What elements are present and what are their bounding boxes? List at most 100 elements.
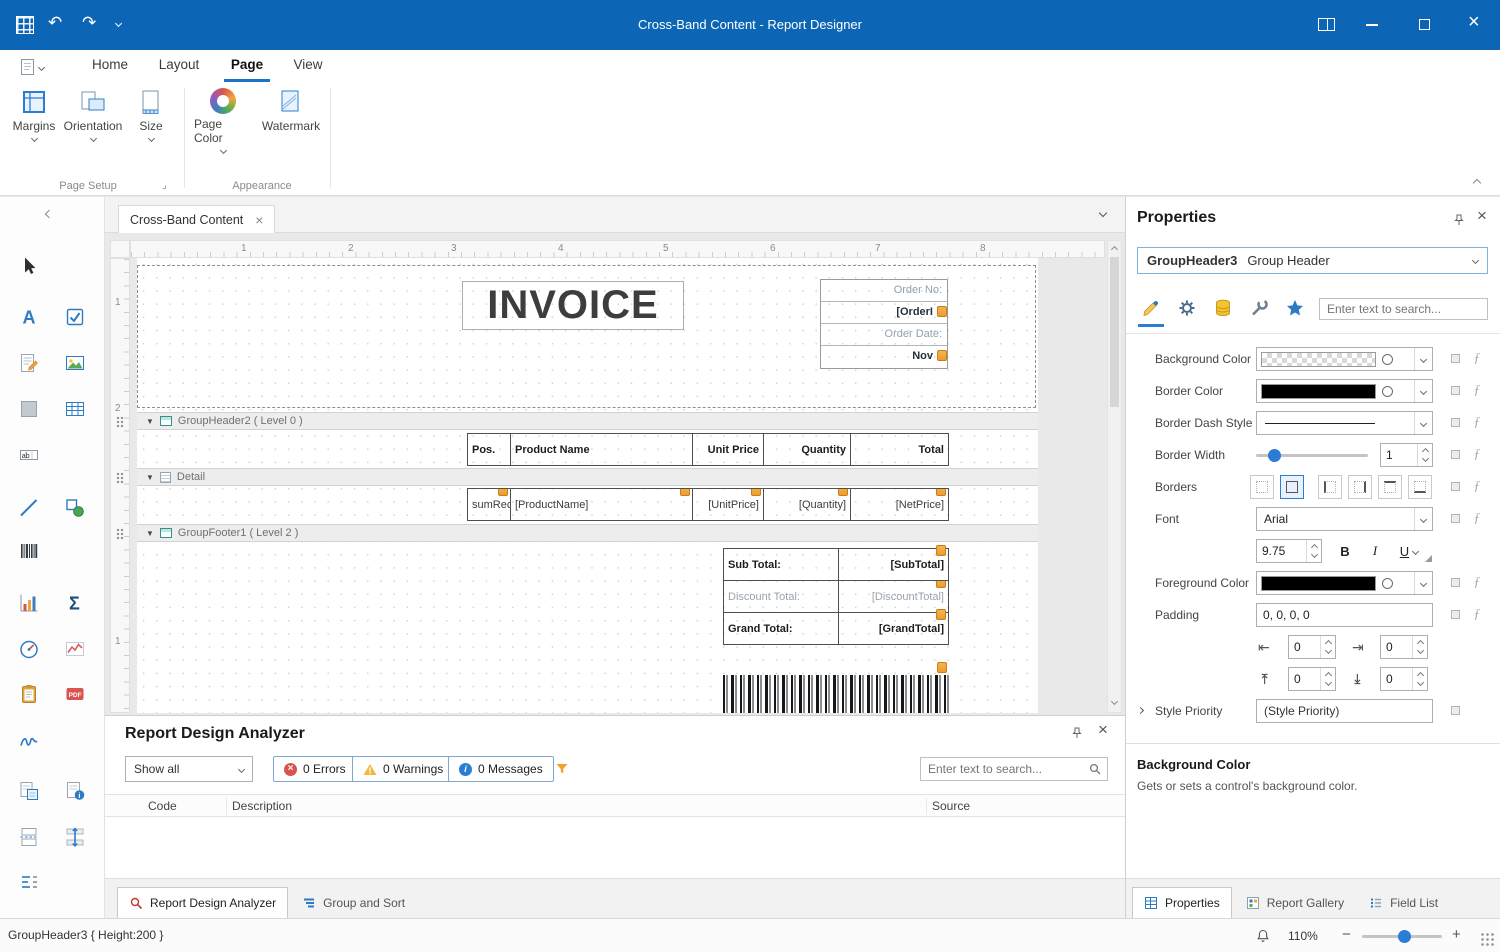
order-info-table[interactable]: Order No: [OrderI Order Date: Nov — [820, 279, 948, 369]
formula-icon[interactable]: ƒ — [1469, 407, 1485, 439]
underline-button[interactable]: U — [1392, 539, 1426, 563]
band-collapse-caret-icon[interactable]: ▼ — [146, 417, 154, 426]
barcode-control[interactable] — [723, 662, 949, 713]
formula-icon[interactable]: ƒ — [1469, 343, 1485, 375]
document-tab-close-icon[interactable]: × — [255, 213, 263, 227]
scroll-down-icon[interactable] — [1111, 698, 1118, 705]
foreground-color-editor[interactable] — [1256, 571, 1433, 595]
column-header-cell[interactable]: Total — [850, 433, 949, 466]
pointer-tool[interactable] — [15, 252, 43, 280]
formula-icon[interactable]: ƒ — [1469, 375, 1485, 407]
checkbox-tool[interactable] — [61, 303, 89, 331]
maximize-button[interactable] — [1419, 19, 1430, 30]
label-tool[interactable]: A — [15, 303, 43, 331]
tab-field-list[interactable]: Field List — [1358, 887, 1449, 918]
tools-tab[interactable] — [1246, 295, 1272, 321]
borders-all-button[interactable] — [1280, 475, 1304, 499]
total-label-cell[interactable]: Sub Total: — [723, 548, 839, 581]
tab-home[interactable]: Home — [88, 50, 132, 82]
property-marker[interactable] — [1451, 418, 1460, 427]
spinner-arrows[interactable] — [1320, 636, 1335, 658]
band-drag-handle[interactable] — [116, 416, 124, 428]
minimize-button[interactable] — [1366, 24, 1378, 26]
detail-cell[interactable]: [NetPrice] — [850, 488, 949, 521]
formula-icon[interactable]: ƒ — [1469, 567, 1485, 599]
sparkline-tool[interactable] — [61, 635, 89, 663]
tab-properties[interactable]: Properties — [1132, 887, 1232, 918]
order-date-value[interactable]: Nov — [821, 346, 947, 368]
property-marker[interactable] — [1451, 450, 1460, 459]
tab-view[interactable]: View — [286, 50, 330, 82]
color-picker-icon[interactable] — [1376, 578, 1398, 589]
dropdown-caret[interactable] — [1414, 508, 1432, 530]
property-marker[interactable] — [1451, 578, 1460, 587]
total-label-cell[interactable]: Discount Total: — [723, 580, 839, 613]
report-page[interactable]: INVOICE Order No: [OrderI Order Date: No… — [137, 258, 1038, 713]
band-strip-detail[interactable]: ▼ Detail — [137, 468, 1038, 486]
padding-left-spinner[interactable]: 0 — [1288, 635, 1336, 659]
rich-text-tool[interactable] — [15, 349, 43, 377]
spinner-arrows[interactable] — [1412, 668, 1427, 690]
property-marker[interactable] — [1451, 610, 1460, 619]
ribbon-collapse-icon[interactable] — [1473, 179, 1481, 187]
color-picker-icon[interactable] — [1376, 386, 1398, 397]
borders-none-button[interactable] — [1250, 475, 1274, 499]
scroll-up-icon[interactable] — [1111, 246, 1118, 253]
appearance-tab[interactable] — [1138, 295, 1164, 321]
messages-toggle-button[interactable]: 0 Messages — [448, 756, 554, 782]
total-label-cell[interactable]: Grand Total: — [723, 612, 839, 645]
column-header-cell[interactable]: Pos. — [467, 433, 511, 466]
size-button[interactable]: Size — [128, 88, 174, 141]
tab-page[interactable]: Page — [224, 50, 270, 82]
formula-icon[interactable]: ƒ — [1469, 503, 1485, 535]
detail-cell[interactable]: sumRec — [467, 488, 511, 521]
page-break-tool[interactable] — [15, 823, 43, 851]
order-date-label[interactable]: Order Date: — [821, 324, 947, 346]
document-tab[interactable]: Cross-Band Content × — [118, 205, 275, 234]
properties-search[interactable] — [1319, 298, 1488, 320]
border-width-spinner[interactable]: 1 — [1380, 443, 1433, 467]
borders-left-button[interactable] — [1318, 475, 1342, 499]
zoom-slider-thumb[interactable] — [1398, 930, 1411, 943]
zoom-out-button[interactable]: − — [1342, 926, 1351, 943]
design-vertical-scrollbar[interactable] — [1107, 240, 1122, 713]
table-tool[interactable] — [61, 395, 89, 423]
signature-tool[interactable] — [15, 727, 43, 755]
padding-top-spinner[interactable]: 0 — [1288, 667, 1336, 691]
column-header-code[interactable]: Code — [148, 799, 177, 813]
order-no-label[interactable]: Order No: — [821, 280, 947, 302]
dropdown-caret[interactable] — [1414, 380, 1432, 402]
close-button[interactable]: × — [1468, 12, 1480, 32]
background-color-editor[interactable] — [1256, 347, 1433, 371]
dropdown-caret[interactable] — [1414, 572, 1432, 594]
tab-group-and-sort[interactable]: Group and Sort — [291, 887, 416, 918]
band-strip-group-footer1[interactable]: ▼ GroupFooter1 ( Level 2 ) — [137, 524, 1038, 542]
detail-cell[interactable]: [UnitPrice] — [692, 488, 764, 521]
formula-icon[interactable]: ƒ — [1469, 599, 1485, 631]
docking-layout-icon[interactable] — [1318, 18, 1335, 31]
document-list-caret-icon[interactable] — [1099, 209, 1107, 217]
behavior-tab[interactable] — [1174, 295, 1200, 321]
borders-bottom-button[interactable] — [1408, 475, 1432, 499]
detail-cell[interactable]: [ProductName] — [510, 488, 693, 521]
padding-input[interactable] — [1257, 608, 1432, 622]
close-icon[interactable]: × — [1098, 720, 1108, 740]
resize-grip-icon[interactable] — [1480, 932, 1494, 946]
style-priority-editor[interactable]: (Style Priority) — [1256, 699, 1433, 723]
formula-icon[interactable]: ƒ — [1469, 471, 1485, 503]
bold-button[interactable]: B — [1332, 539, 1358, 563]
property-marker[interactable] — [1451, 482, 1460, 491]
spinner-arrows[interactable] — [1412, 636, 1427, 658]
file-menu-button[interactable] — [20, 55, 52, 79]
detail-cell[interactable]: [Quantity] — [763, 488, 851, 521]
color-picker-icon[interactable] — [1376, 354, 1398, 365]
orientation-button[interactable]: Orientation — [64, 88, 122, 141]
order-no-value[interactable]: [OrderI — [821, 302, 947, 324]
line-tool[interactable] — [15, 494, 43, 522]
borders-top-button[interactable] — [1378, 475, 1402, 499]
band-strip-group-header2[interactable]: ▼ GroupHeader2 ( Level 0 ) — [137, 412, 1038, 430]
total-value-cell[interactable]: [DiscountTotal] — [838, 580, 949, 613]
analyzer-search-input[interactable] — [928, 762, 1089, 776]
properties-search-input[interactable] — [1327, 302, 1482, 316]
page-color-button[interactable]: Page Color — [194, 88, 252, 153]
